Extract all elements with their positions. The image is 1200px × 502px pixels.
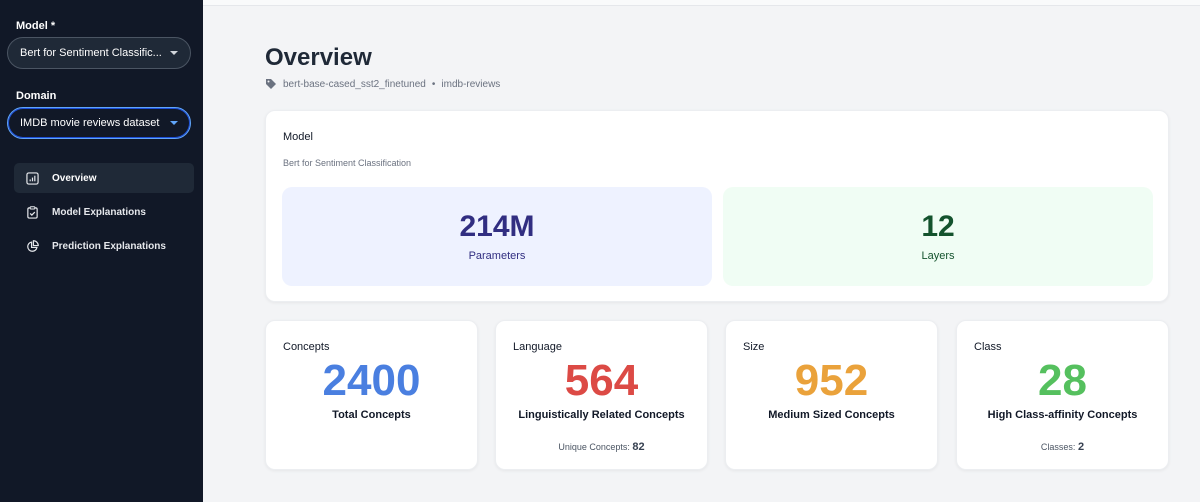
parameters-label: Parameters (468, 249, 526, 262)
model-tag: bert-base-cased_sst2_finetuned (283, 78, 426, 90)
top-divider (203, 0, 1200, 6)
model-card-label: Model (283, 131, 313, 143)
nav-item-overview[interactable]: Overview (14, 163, 194, 193)
domain-select-value: IMDB movie reviews dataset (20, 117, 160, 129)
bar-chart-icon (26, 171, 39, 185)
card-label: Concepts (283, 341, 330, 353)
class-card: Class 28 High Class-affinity Concepts Cl… (956, 320, 1169, 470)
domain-field-label: Domain (16, 90, 57, 102)
concept-count: 564 (564, 356, 639, 405)
classes-value: 2 (1077, 441, 1085, 453)
classes-count: Classes: 2 (957, 441, 1168, 453)
dataset-tag: imdb-reviews (441, 78, 501, 90)
model-select[interactable]: Bert for Sentiment Classific... (7, 37, 191, 69)
concept-count: 28 (1038, 356, 1087, 405)
card-label: Language (513, 341, 562, 353)
parameters-stat: 214M Parameters (282, 187, 712, 286)
concept-description: Total Concepts (332, 409, 411, 421)
language-card: Language 564 Linguistically Related Conc… (495, 320, 708, 470)
classes-label: Classes: (1040, 442, 1076, 452)
page-subtitle: bert-base-cased_sst2_finetuned • imdb-re… (265, 78, 500, 90)
unique-concepts-label: Unique Concepts: (558, 442, 630, 452)
layers-value: 12 (921, 209, 955, 243)
concept-description: High Class-affinity Concepts (987, 409, 1138, 421)
separator: • (431, 78, 436, 90)
model-card: Model Bert for Sentiment Classification … (265, 110, 1169, 302)
page-title: Overview (265, 44, 372, 71)
nav-item-label: Model Explanations (52, 206, 146, 218)
pie-chart-icon (27, 239, 39, 252)
tag-icon (266, 79, 276, 89)
domain-select[interactable]: IMDB movie reviews dataset (7, 107, 191, 139)
concept-description: Medium Sized Concepts (768, 409, 895, 421)
concept-description: Linguistically Related Concepts (518, 409, 685, 421)
layers-label: Layers (921, 249, 955, 262)
concept-count: 2400 (322, 356, 421, 405)
chevron-down-icon (170, 121, 178, 125)
size-card: Size 952 Medium Sized Concepts (725, 320, 938, 470)
parameters-value: 214M (459, 209, 535, 243)
nav-item-prediction-explanations[interactable]: Prediction Explanations (14, 231, 194, 261)
layers-stat: 12 Layers (723, 187, 1153, 286)
nav-item-label: Prediction Explanations (52, 240, 166, 252)
nav-item-label: Overview (52, 172, 97, 184)
concepts-card: Concepts 2400 Total Concepts (265, 320, 478, 470)
unique-concepts: Unique Concepts: 82 (496, 441, 707, 453)
sidebar: Model * Bert for Sentiment Classific... … (0, 0, 203, 502)
chevron-down-icon (170, 51, 178, 55)
concept-count: 952 (794, 356, 869, 405)
clipboard-check-icon (27, 205, 38, 219)
nav-item-model-explanations[interactable]: Model Explanations (14, 197, 194, 227)
unique-concepts-value: 82 (632, 441, 645, 453)
card-label: Size (743, 341, 765, 353)
model-field-label: Model * (16, 20, 56, 32)
model-select-value: Bert for Sentiment Classific... (20, 47, 162, 59)
model-name: Bert for Sentiment Classification (283, 158, 412, 168)
card-label: Class (974, 341, 1002, 353)
